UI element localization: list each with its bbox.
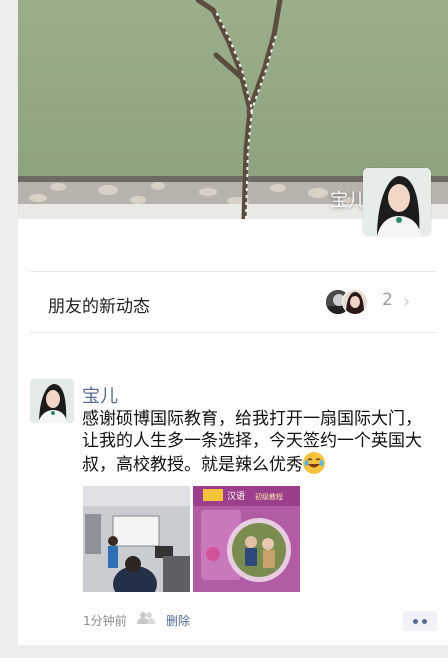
divider (30, 332, 436, 333)
chevron-right-icon: › (403, 291, 411, 312)
book-brand-text: 汉语 (227, 491, 245, 502)
post-meta: 1分钟前 删除 (83, 610, 423, 630)
moment-post: 宝儿 感谢硕博国际教育，给我打开一扇国际大门，让我的人生多一条选择，今天签约一个… (18, 362, 448, 645)
dot-icon (413, 619, 418, 624)
post-author-avatar[interactable] (30, 379, 74, 423)
delete-button[interactable]: 删除 (166, 612, 190, 629)
post-photos: 汉语 初级教程 (83, 486, 303, 592)
laughing-tears-emoji-icon (303, 452, 325, 474)
post-text: 感谢硕博国际教育，给我打开一扇国际大门，让我的人生多一条选择，今天签约一个英国大… (82, 409, 422, 475)
post-time: 1分钟前 (83, 614, 127, 628)
book-subtitle-text: 初级教程 (255, 492, 283, 501)
friend-updates-label: 朋友的新动态 (48, 297, 150, 317)
friend-updates-row[interactable]: 朋友的新动态 2 › (30, 272, 436, 332)
friend-avatar (342, 289, 368, 315)
dot-icon (422, 619, 427, 624)
friend-updates-count: 2 (382, 290, 393, 310)
profile-avatar[interactable] (363, 168, 431, 236)
classroom-photo[interactable] (83, 486, 190, 592)
friends-visibility-icon[interactable] (137, 610, 155, 624)
post-body: 感谢硕博国际教育，给我打开一扇国际大门，让我的人生多一条选择，今天签约一个英国大… (82, 408, 422, 476)
book-cover-photo[interactable]: 汉语 初级教程 (193, 486, 300, 592)
more-actions-button[interactable] (403, 611, 437, 631)
moments-page: 宝儿 朋友的新动态 2 › 宝儿 感谢硕博国际教育，给我打开一扇国际大门，让我的… (18, 0, 448, 645)
post-author-name[interactable]: 宝儿 (82, 382, 118, 408)
friend-updates-avatars (325, 289, 369, 315)
cover-user-name: 宝儿 (330, 190, 366, 211)
